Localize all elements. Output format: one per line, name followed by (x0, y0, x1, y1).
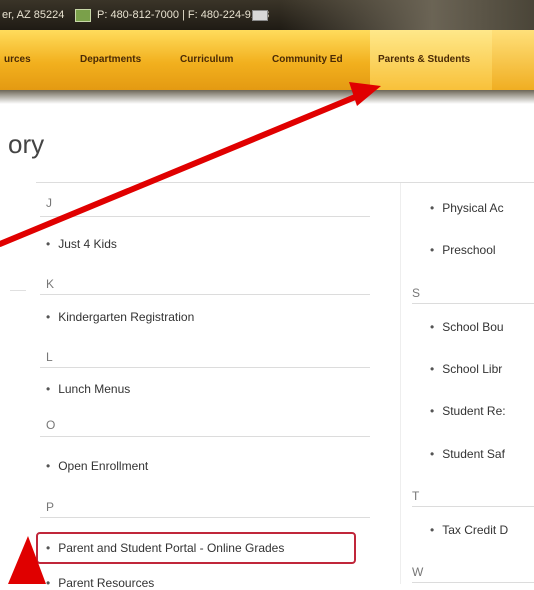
annotation-arrow-head (349, 82, 381, 106)
annotation-arrows (0, 82, 381, 584)
annotation-arrow-head-bottom (8, 536, 46, 584)
annotation-arrow-line (0, 92, 363, 247)
